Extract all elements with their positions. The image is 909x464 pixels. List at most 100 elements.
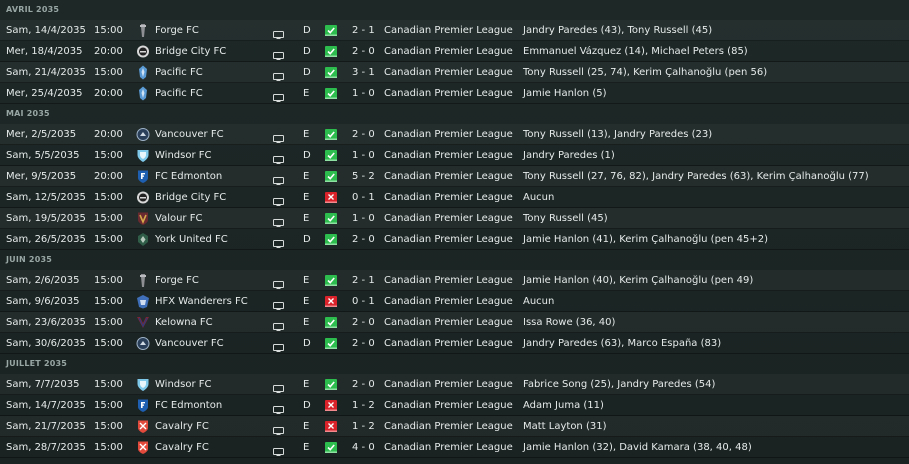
fixture-row[interactable]: Sam, 2/6/2035 15:00 Forge FC E 2 - 1 Canadian… xyxy=(0,270,909,291)
match-score[interactable]: 2 - 1 xyxy=(352,20,375,41)
match-score[interactable]: 2 - 1 xyxy=(352,270,375,291)
competition-link[interactable]: Canadian Premier League xyxy=(384,83,513,104)
opponent-link[interactable]: Forge FC xyxy=(155,20,199,41)
opponent-link[interactable]: Windsor FC xyxy=(155,145,211,166)
competition-link[interactable]: Canadian Premier League xyxy=(384,333,513,354)
match-score[interactable]: 2 - 0 xyxy=(352,374,375,395)
match-date: Sam, 7/7/2035 xyxy=(6,379,80,390)
win-icon xyxy=(325,150,337,161)
fixture-row[interactable]: Sam, 23/6/2035 15:00 Kelowna FC E 2 - 0 Canad… xyxy=(0,312,909,333)
opponent-link[interactable]: Vancouver FC xyxy=(155,333,224,354)
match-score[interactable]: 1 - 0 xyxy=(352,208,375,229)
match-time: 15:00 xyxy=(94,275,123,286)
win-icon xyxy=(325,234,337,245)
fixture-row[interactable]: Sam, 19/5/2035 15:00 Valour FC E 1 - 0 Canadi… xyxy=(0,208,909,229)
opponent-link[interactable]: Windsor FC xyxy=(155,374,211,395)
opponent-link[interactable]: Valour FC xyxy=(155,208,202,229)
competition-link[interactable]: Canadian Premier League xyxy=(384,20,513,41)
opponent-link[interactable]: Vancouver FC xyxy=(155,124,224,145)
opponent-link[interactable]: Pacific FC xyxy=(155,83,203,104)
match-score[interactable]: 4 - 0 xyxy=(352,437,375,458)
competition-link[interactable]: Canadian Premier League xyxy=(384,62,513,83)
fixture-row[interactable]: Mer, 2/5/2035 20:00 Vancouver FC E 2 - 0 Cana… xyxy=(0,124,909,145)
venue-indicator: D xyxy=(303,150,311,161)
match-score[interactable]: 1 - 0 xyxy=(352,83,375,104)
fixture-row[interactable]: Sam, 14/7/2035 15:00 FC Edmonton D 1 - 2 Cana… xyxy=(0,395,909,416)
tv-broadcast-icon xyxy=(273,443,284,456)
match-score[interactable]: 1 - 2 xyxy=(352,395,375,416)
venue-indicator: D xyxy=(303,338,311,349)
fixture-row[interactable]: Mer, 18/4/2035 20:00 Bridge City FC D 2 - 0 C… xyxy=(0,41,909,62)
competition-link[interactable]: Canadian Premier League xyxy=(384,270,513,291)
fixture-row[interactable]: Sam, 14/4/2035 15:00 Forge FC D 2 - 1 Canadia… xyxy=(0,20,909,41)
match-date: Sam, 5/5/2035 xyxy=(6,150,80,161)
match-score[interactable]: 2 - 0 xyxy=(352,333,375,354)
match-date: Sam, 21/7/2035 xyxy=(6,421,86,432)
tv-broadcast-icon xyxy=(273,130,284,143)
opponent-link[interactable]: Forge FC xyxy=(155,270,199,291)
match-score[interactable]: 0 - 1 xyxy=(352,291,375,312)
competition-link[interactable]: Canadian Premier League xyxy=(384,416,513,437)
opponent-link[interactable]: Bridge City FC xyxy=(155,41,226,62)
fixture-row[interactable]: Sam, 30/6/2035 15:00 Vancouver FC D 2 - 0 Can… xyxy=(0,333,909,354)
match-date: Mer, 25/4/2035 xyxy=(6,88,83,99)
competition-link[interactable]: Canadian Premier League xyxy=(384,145,513,166)
competition-link[interactable]: Canadian Premier League xyxy=(384,312,513,333)
opponent-link[interactable]: FC Edmonton xyxy=(155,395,222,416)
month-header: JUILLET 2035 xyxy=(6,359,68,368)
venue-indicator: E xyxy=(303,275,310,286)
goal-scorers: Aucun xyxy=(523,296,555,307)
tv-broadcast-icon xyxy=(273,26,284,39)
cavalry-crest xyxy=(136,440,150,455)
tv-broadcast-icon xyxy=(273,47,284,60)
match-score[interactable]: 5 - 2 xyxy=(352,166,375,187)
opponent-link[interactable]: Pacific FC xyxy=(155,62,203,83)
match-score[interactable]: 3 - 1 xyxy=(352,62,375,83)
match-time: 20:00 xyxy=(94,46,123,57)
match-time: 15:00 xyxy=(94,234,123,245)
fixture-row[interactable]: Sam, 26/5/2035 15:00 York United FC D 2 - 0 C… xyxy=(0,229,909,250)
fixture-row[interactable]: Sam, 21/4/2035 15:00 Pacific FC D 3 - 1 Canad… xyxy=(0,62,909,83)
match-score[interactable]: 1 - 0 xyxy=(352,145,375,166)
match-date: Sam, 21/4/2035 xyxy=(6,67,86,78)
match-score[interactable]: 1 - 2 xyxy=(352,416,375,437)
competition-link[interactable]: Canadian Premier League xyxy=(384,374,513,395)
opponent-link[interactable]: HFX Wanderers FC xyxy=(155,291,248,312)
fixture-row[interactable]: Sam, 28/7/2035 15:00 Cavalry FC E 4 - 0 Canad… xyxy=(0,437,909,458)
match-score[interactable]: 2 - 0 xyxy=(352,312,375,333)
opponent-link[interactable]: Cavalry FC xyxy=(155,416,209,437)
competition-link[interactable]: Canadian Premier League xyxy=(384,208,513,229)
goal-scorers: Jamie Hanlon (32), David Kamara (38, 40,… xyxy=(523,442,752,453)
tv-broadcast-icon xyxy=(273,172,284,185)
match-score[interactable]: 0 - 1 xyxy=(352,187,375,208)
match-score[interactable]: 2 - 0 xyxy=(352,229,375,250)
venue-indicator: E xyxy=(303,171,310,182)
win-icon xyxy=(325,171,337,182)
fixture-row[interactable]: Sam, 12/5/2035 15:00 Bridge City FC E 0 - 1 C… xyxy=(0,187,909,208)
fixture-row[interactable]: Sam, 7/7/2035 15:00 Windsor FC E 2 - 0 Canadi… xyxy=(0,374,909,395)
opponent-link[interactable]: Kelowna FC xyxy=(155,312,213,333)
goal-scorers: Tony Russell (13), Jandry Paredes (23) xyxy=(523,129,713,140)
competition-link[interactable]: Canadian Premier League xyxy=(384,229,513,250)
competition-link[interactable]: Canadian Premier League xyxy=(384,124,513,145)
competition-link[interactable]: Canadian Premier League xyxy=(384,395,513,416)
match-score[interactable]: 2 - 0 xyxy=(352,124,375,145)
fixture-row[interactable]: Sam, 21/7/2035 15:00 Cavalry FC E 1 - 2 Canad… xyxy=(0,416,909,437)
opponent-link[interactable]: FC Edmonton xyxy=(155,166,222,187)
competition-link[interactable]: Canadian Premier League xyxy=(384,187,513,208)
opponent-link[interactable]: Cavalry FC xyxy=(155,437,209,458)
kelowna-crest xyxy=(136,315,150,330)
fixture-row[interactable]: Mer, 9/5/2035 20:00 FC Edmonton E 5 - 2 Canad… xyxy=(0,166,909,187)
opponent-link[interactable]: Bridge City FC xyxy=(155,187,226,208)
match-score[interactable]: 2 - 0 xyxy=(352,41,375,62)
fixture-row[interactable]: Sam, 9/6/2035 15:00 HFX Wanderers FC E 0 - 1… xyxy=(0,291,909,312)
fixture-row[interactable]: Sam, 5/5/2035 15:00 Windsor FC D 1 - 0 Canadi… xyxy=(0,145,909,166)
fixture-row[interactable]: Mer, 25/4/2035 20:00 Pacific FC E 1 - 0 Canad… xyxy=(0,83,909,104)
competition-link[interactable]: Canadian Premier League xyxy=(384,166,513,187)
competition-link[interactable]: Canadian Premier League xyxy=(384,437,513,458)
goal-scorers: Tony Russell (27, 76, 82), Jandry Parede… xyxy=(523,171,869,182)
goal-scorers: Tony Russell (25, 74), Kerim Çalhanoğlu … xyxy=(523,67,768,78)
competition-link[interactable]: Canadian Premier League xyxy=(384,291,513,312)
opponent-link[interactable]: York United FC xyxy=(155,229,228,250)
competition-link[interactable]: Canadian Premier League xyxy=(384,41,513,62)
